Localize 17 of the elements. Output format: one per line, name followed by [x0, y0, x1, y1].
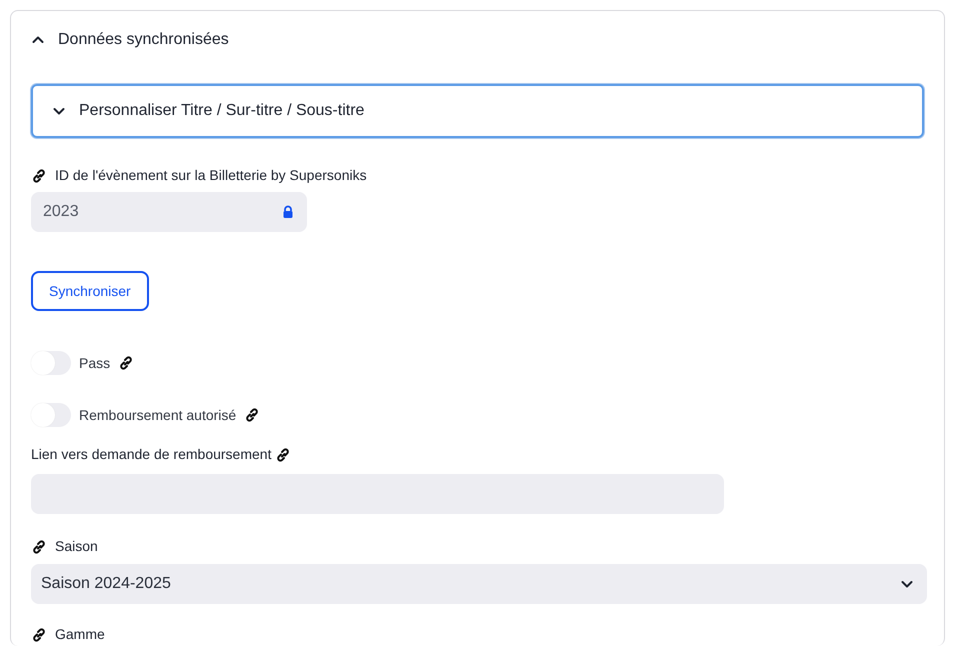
field-label: Saison: [55, 537, 98, 556]
link-icon: [31, 168, 47, 184]
input-field[interactable]: 2023: [31, 192, 307, 232]
select-field[interactable]: Saison 2024-2025: [31, 564, 927, 604]
sync-button[interactable]: Synchroniser: [31, 271, 149, 311]
link-icon: [244, 407, 260, 423]
toggle-label: Pass: [79, 354, 110, 372]
link-icon: [118, 355, 134, 371]
field-label: Gamme: [55, 625, 105, 644]
link-icon: [275, 446, 292, 462]
link-icon: [31, 626, 47, 642]
section-header[interactable]: Données synchronisées: [11, 11, 944, 69]
field-label: Lien vers demande de remboursement: [31, 445, 272, 464]
toggle-label: Remboursement autorisé: [79, 406, 236, 424]
field-label: ID de l'évènement sur la Billetterie by Supersoniks: [55, 166, 367, 185]
subsection-header[interactable]: Personnaliser Titre / Sur-titre / Sous-titre: [31, 84, 924, 138]
link-icon: [31, 538, 47, 554]
